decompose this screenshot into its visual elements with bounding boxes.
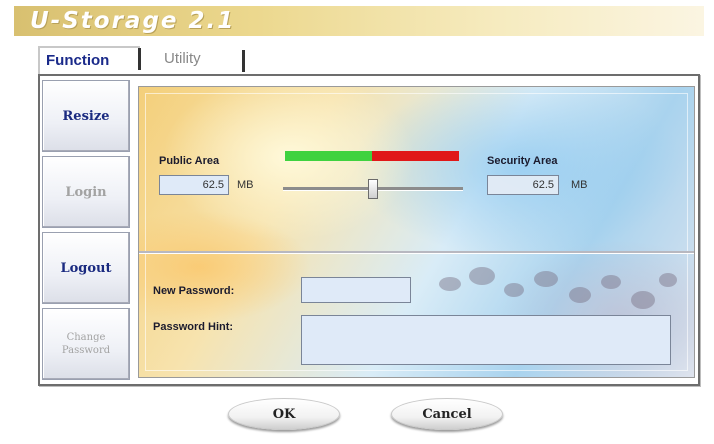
app-title: U-Storage 2.1 (30, 8, 236, 34)
section-divider (139, 251, 694, 254)
tab-utility[interactable]: Utility (164, 46, 201, 72)
decor-spot (469, 267, 495, 285)
tab-separator (242, 50, 245, 72)
decor-spot (534, 271, 558, 287)
change-password-line1: Change (66, 332, 106, 343)
public-area-unit: MB (237, 179, 254, 191)
security-area-label: Security Area (487, 155, 558, 167)
public-area-label: Public Area (159, 155, 220, 167)
capacity-bar-public (285, 151, 372, 161)
tab-separator (138, 48, 141, 70)
change-password-line2: Password (61, 345, 111, 356)
decor-spot (601, 275, 621, 289)
logout-button[interactable]: Logout (42, 232, 130, 304)
cancel-button[interactable]: Cancel (391, 398, 503, 430)
title-banner: U-Storage 2.1 (14, 6, 704, 36)
change-password-button[interactable]: Change Password (42, 308, 130, 380)
password-hint-label: Password Hint: (153, 321, 234, 333)
new-password-label: New Password: (153, 285, 235, 297)
password-hint-field[interactable] (301, 315, 671, 365)
security-area-unit: MB (571, 179, 588, 191)
partition-slider-thumb[interactable] (368, 179, 378, 199)
security-area-size-field: 62.5 (487, 175, 559, 195)
decor-spot (504, 283, 524, 297)
public-area-size-field[interactable]: 62.5 (159, 175, 229, 195)
login-button[interactable]: Login (42, 156, 130, 228)
resize-button[interactable]: Resize (42, 80, 130, 152)
capacity-bar-security (372, 151, 459, 161)
decor-spot (439, 277, 461, 291)
ok-button[interactable]: OK (228, 398, 340, 430)
decor-spot (569, 287, 591, 303)
tab-function[interactable]: Function (38, 46, 140, 74)
tab-strip: Function Utility (38, 46, 698, 74)
new-password-field[interactable] (301, 277, 411, 303)
decor-spot (659, 273, 677, 287)
decor-spot (631, 291, 655, 309)
capacity-bar (285, 151, 459, 161)
content-area: Public Area 62.5 MB Security Area 62.5 M… (138, 86, 695, 378)
function-menu: Resize Login Logout Change Password (42, 80, 132, 380)
